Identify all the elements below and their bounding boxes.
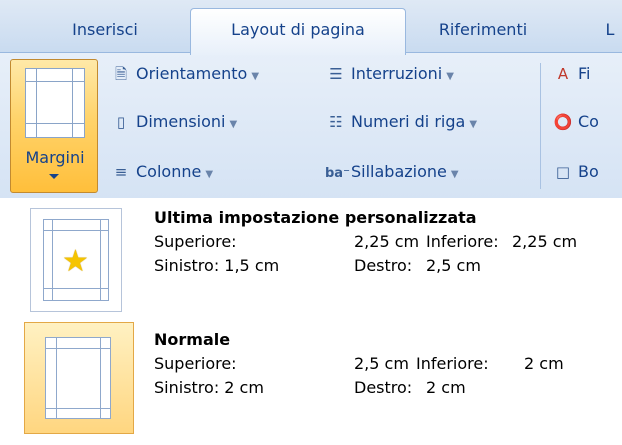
ribbon-tab-strip: Inserisci Layout di pagina Riferimenti L <box>0 0 622 55</box>
colonne-label: Colonne <box>136 162 202 181</box>
chevron-down-icon <box>49 174 59 179</box>
tab-layout-di-pagina[interactable]: Layout di pagina <box>190 8 406 55</box>
star-icon: ★ <box>62 244 89 279</box>
sillabazione-label: Sillabazione <box>351 162 447 181</box>
watermark-icon: A <box>557 65 569 83</box>
tab-riferimenti[interactable]: Riferimenti <box>418 12 548 48</box>
normal-margins-thumbnail <box>24 322 134 434</box>
chevron-down-icon: ▼ <box>229 119 238 130</box>
page-break-icon: ☰ <box>329 65 343 83</box>
orientamento-label: Orientamento <box>136 64 248 83</box>
line-numbers-icon: ☷ <box>329 113 343 131</box>
margini-label: Margini <box>25 148 85 167</box>
destro-label: Destro: <box>354 256 413 275</box>
filigrana-label: Fi <box>578 64 591 83</box>
dimensioni-button[interactable]: ▯ Dimensioni ▼ <box>110 107 237 137</box>
orientation-icon: 🗎 <box>114 65 128 83</box>
custom-margins-thumbnail: ★ <box>30 208 122 312</box>
colore-pagina-button[interactable]: ⭕ Co <box>552 107 599 137</box>
item-title: Normale <box>154 330 231 349</box>
group-separator <box>540 63 541 189</box>
orientamento-button[interactable]: 🗎 Orientamento ▼ <box>110 59 259 89</box>
inferiore-label: Inferiore: <box>426 232 499 251</box>
item-title: Ultima impostazione personalizzata <box>154 208 477 227</box>
columns-icon: ≡ <box>114 163 128 181</box>
page-size-icon: ▯ <box>116 113 126 131</box>
destro-value: 2,5 cm <box>426 256 481 275</box>
interruzioni-button[interactable]: ☰ Interruzioni ▼ <box>325 59 454 89</box>
numeri-di-riga-label: Numeri di riga <box>351 112 466 131</box>
dimensioni-label: Dimensioni <box>136 112 226 131</box>
inferiore-label: Inferiore: <box>416 354 489 373</box>
superiore-label: Superiore: <box>154 354 237 373</box>
colore-pagina-label: Co <box>578 112 599 131</box>
page-color-icon: ⭕ <box>553 113 573 131</box>
chevron-down-icon: ▼ <box>251 71 260 82</box>
page-border-icon: □ <box>555 163 571 181</box>
superiore-value: 2,25 cm <box>354 232 420 251</box>
chevron-down-icon: ▼ <box>446 71 454 82</box>
margins-gallery: ★ Ultima impostazione personalizzata Sup… <box>0 198 622 445</box>
colonne-button[interactable]: ≡ Colonne ▼ <box>110 157 213 187</box>
sinistro-text: Sinistro: 1,5 cm <box>154 256 280 275</box>
destro-value: 2 cm <box>426 378 466 397</box>
hyphenation-icon: ba⁻ <box>325 166 350 181</box>
chevron-down-icon: ▼ <box>450 169 459 180</box>
inferiore-value: 2 cm <box>524 354 564 373</box>
bordi-pagina-button[interactable]: □ Bo <box>552 157 599 187</box>
chevron-down-icon: ▼ <box>469 119 478 130</box>
margins-page-icon <box>25 68 85 138</box>
tab-lettere[interactable]: L <box>590 12 622 48</box>
inferiore-value: 2,25 cm <box>512 232 578 251</box>
filigrana-button[interactable]: A Fi <box>552 59 591 89</box>
tab-inserisci[interactable]: Inserisci <box>40 12 170 48</box>
destro-label: Destro: <box>354 378 413 397</box>
gallery-item-ultima[interactable]: ★ Ultima impostazione personalizzata Sup… <box>20 198 620 318</box>
interruzioni-label: Interruzioni <box>351 64 443 83</box>
sinistro-text: Sinistro: 2 cm <box>154 378 264 397</box>
ribbon-panel: Margini 🗎 Orientamento ▼ ▯ Dimensioni ▼ ≡ Col… <box>0 52 622 199</box>
chevron-down-icon: ▼ <box>205 169 214 180</box>
superiore-value: 2,5 cm <box>354 354 409 373</box>
sillabazione-button[interactable]: ba⁻Sillabazione ▼ <box>325 157 459 187</box>
superiore-label: Superiore: <box>154 232 237 251</box>
bordi-pagina-label: Bo <box>578 162 599 181</box>
margini-button[interactable]: Margini <box>10 59 98 193</box>
numeri-di-riga-button[interactable]: ☷ Numeri di riga ▼ <box>325 107 477 137</box>
gallery-item-normale[interactable]: Normale Superiore: 2,5 cm Inferiore: 2 c… <box>20 320 620 440</box>
